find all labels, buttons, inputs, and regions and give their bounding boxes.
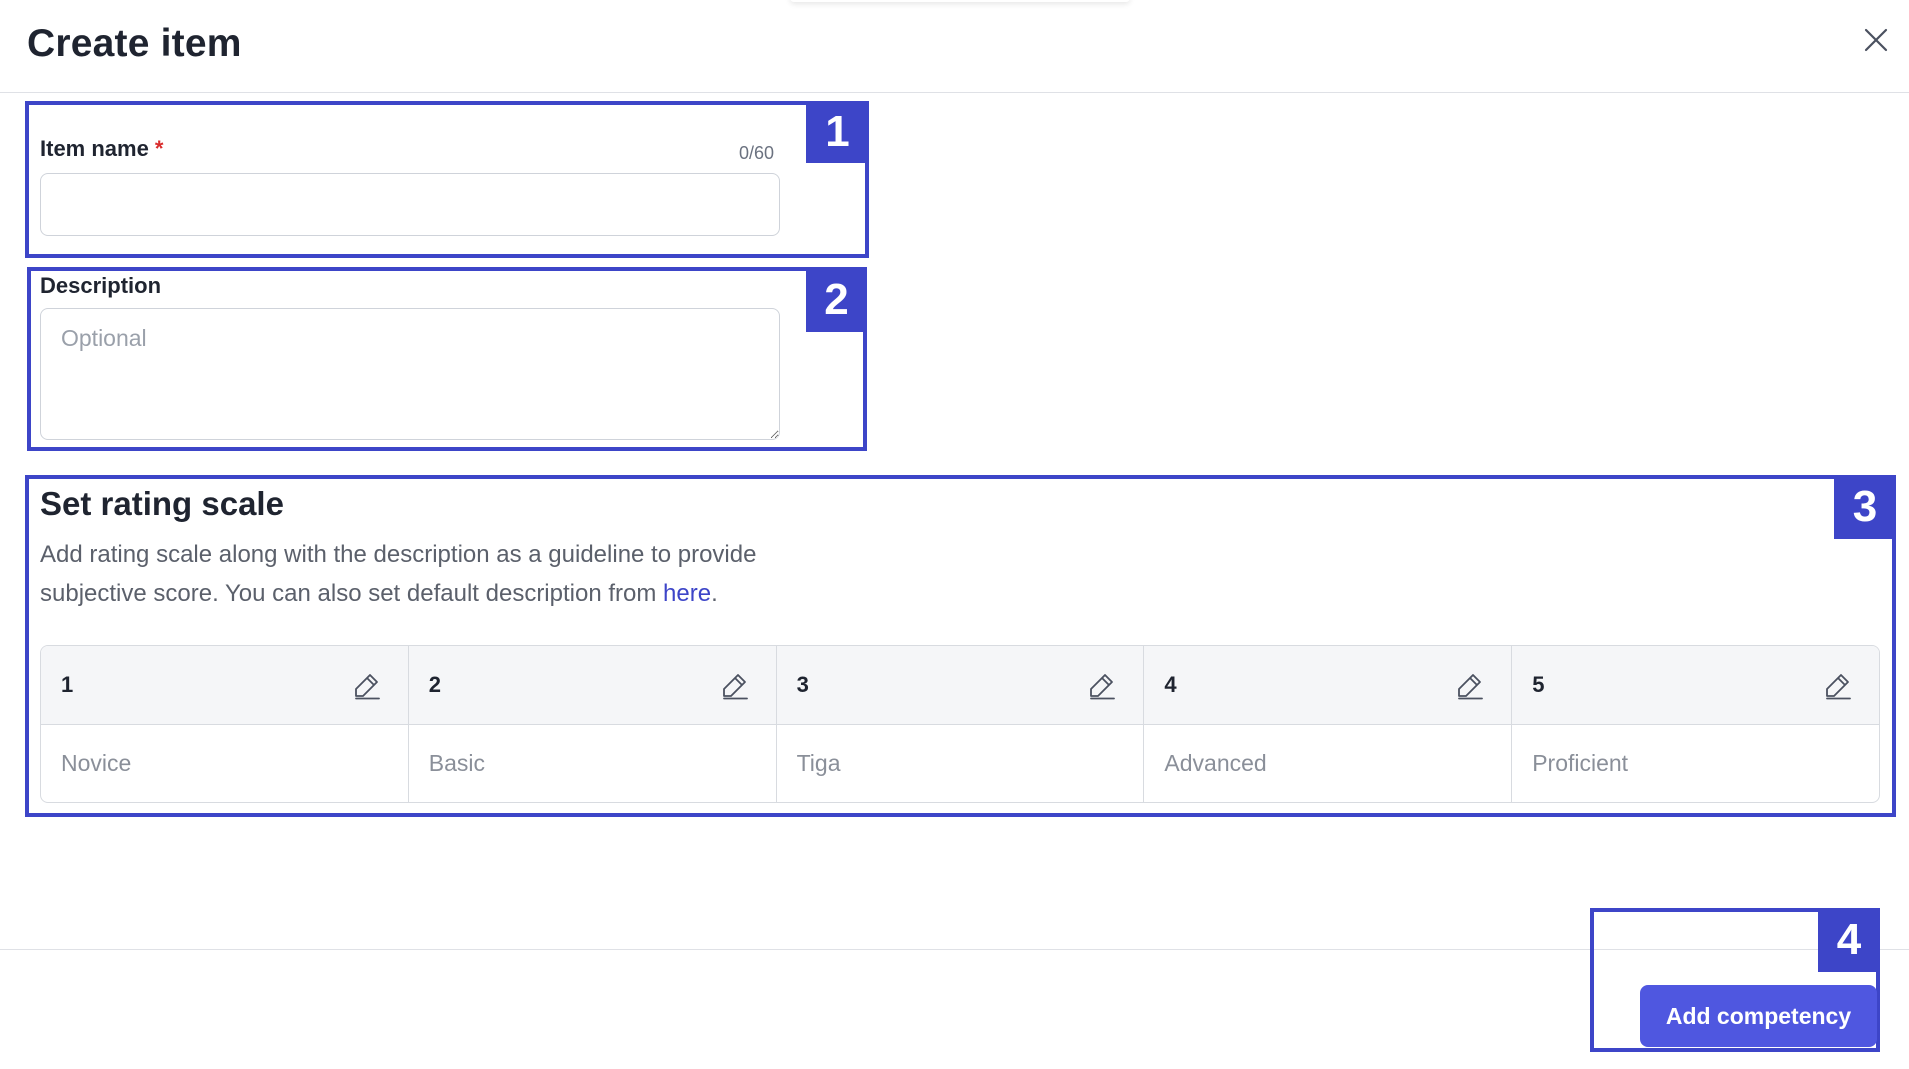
rating-level-number: 4: [1164, 672, 1177, 697]
add-competency-button[interactable]: Add competency: [1640, 985, 1877, 1047]
rating-level-description[interactable]: Proficient: [1512, 725, 1879, 802]
rating-level-number: 1: [61, 672, 74, 697]
rating-level-5: 5 Proficient: [1512, 646, 1879, 802]
rating-scale-description-end: .: [711, 580, 718, 607]
rating-level-header: 2: [408, 646, 776, 725]
rating-level-4: 4 Advanced: [1144, 646, 1513, 802]
edit-pencil-icon[interactable]: [352, 670, 382, 700]
edit-pencil-icon[interactable]: [1087, 670, 1117, 700]
rating-level-header: 1: [41, 646, 408, 725]
drag-handle: [790, 0, 1130, 2]
rating-level-description[interactable]: Novice: [41, 725, 408, 802]
annotation-number-1: 1: [806, 101, 869, 163]
rating-level-header: 4: [1144, 646, 1512, 725]
edit-pencil-icon[interactable]: [1823, 670, 1853, 700]
rating-level-2: 2 Basic: [408, 646, 777, 802]
header-divider: [0, 92, 1909, 93]
rating-level-number: 2: [428, 672, 442, 697]
rating-scale-description-text: Add rating scale along with the descript…: [40, 541, 757, 607]
close-icon[interactable]: [1860, 24, 1892, 56]
item-name-char-counter: 0/60: [739, 143, 775, 163]
item-name-label-text: Item name: [40, 136, 149, 161]
annotation-number-2: 2: [806, 267, 867, 332]
rating-level-1: 1 Novice: [41, 646, 409, 802]
rating-level-header: 5: [1512, 646, 1879, 725]
create-item-modal: Create item 1 Item name * 0/60 2 Descript…: [0, 0, 1909, 1069]
rating-level-description[interactable]: Advanced: [1144, 725, 1511, 802]
rating-scale-description: Add rating scale along with the descript…: [40, 535, 820, 613]
rating-level-header: 3: [776, 646, 1144, 725]
annotation-number-4: 4: [1818, 908, 1880, 972]
rating-level-number: 3: [796, 672, 809, 697]
page-title: Create item: [27, 22, 242, 65]
rating-level-description[interactable]: Tiga: [777, 725, 1144, 802]
edit-pencil-icon[interactable]: [720, 670, 750, 700]
item-name-label: Item name *: [40, 136, 163, 162]
annotation-number-3: 3: [1834, 475, 1896, 539]
rating-scale-title: Set rating scale: [40, 485, 284, 522]
description-textarea[interactable]: [40, 308, 780, 440]
description-label: Description: [40, 273, 162, 298]
rating-level-description[interactable]: Basic: [409, 725, 776, 802]
required-asterisk: *: [154, 136, 164, 161]
rating-level-number: 5: [1532, 672, 1545, 697]
rating-scale-table: 1 Novice 2 Basic 3 Tiga 4 Advanced 5 Pro…: [40, 645, 1880, 803]
default-description-link[interactable]: here: [663, 580, 711, 607]
edit-pencil-icon[interactable]: [1455, 670, 1485, 700]
item-name-input[interactable]: [40, 173, 780, 236]
rating-level-3: 3 Tiga: [776, 646, 1145, 802]
